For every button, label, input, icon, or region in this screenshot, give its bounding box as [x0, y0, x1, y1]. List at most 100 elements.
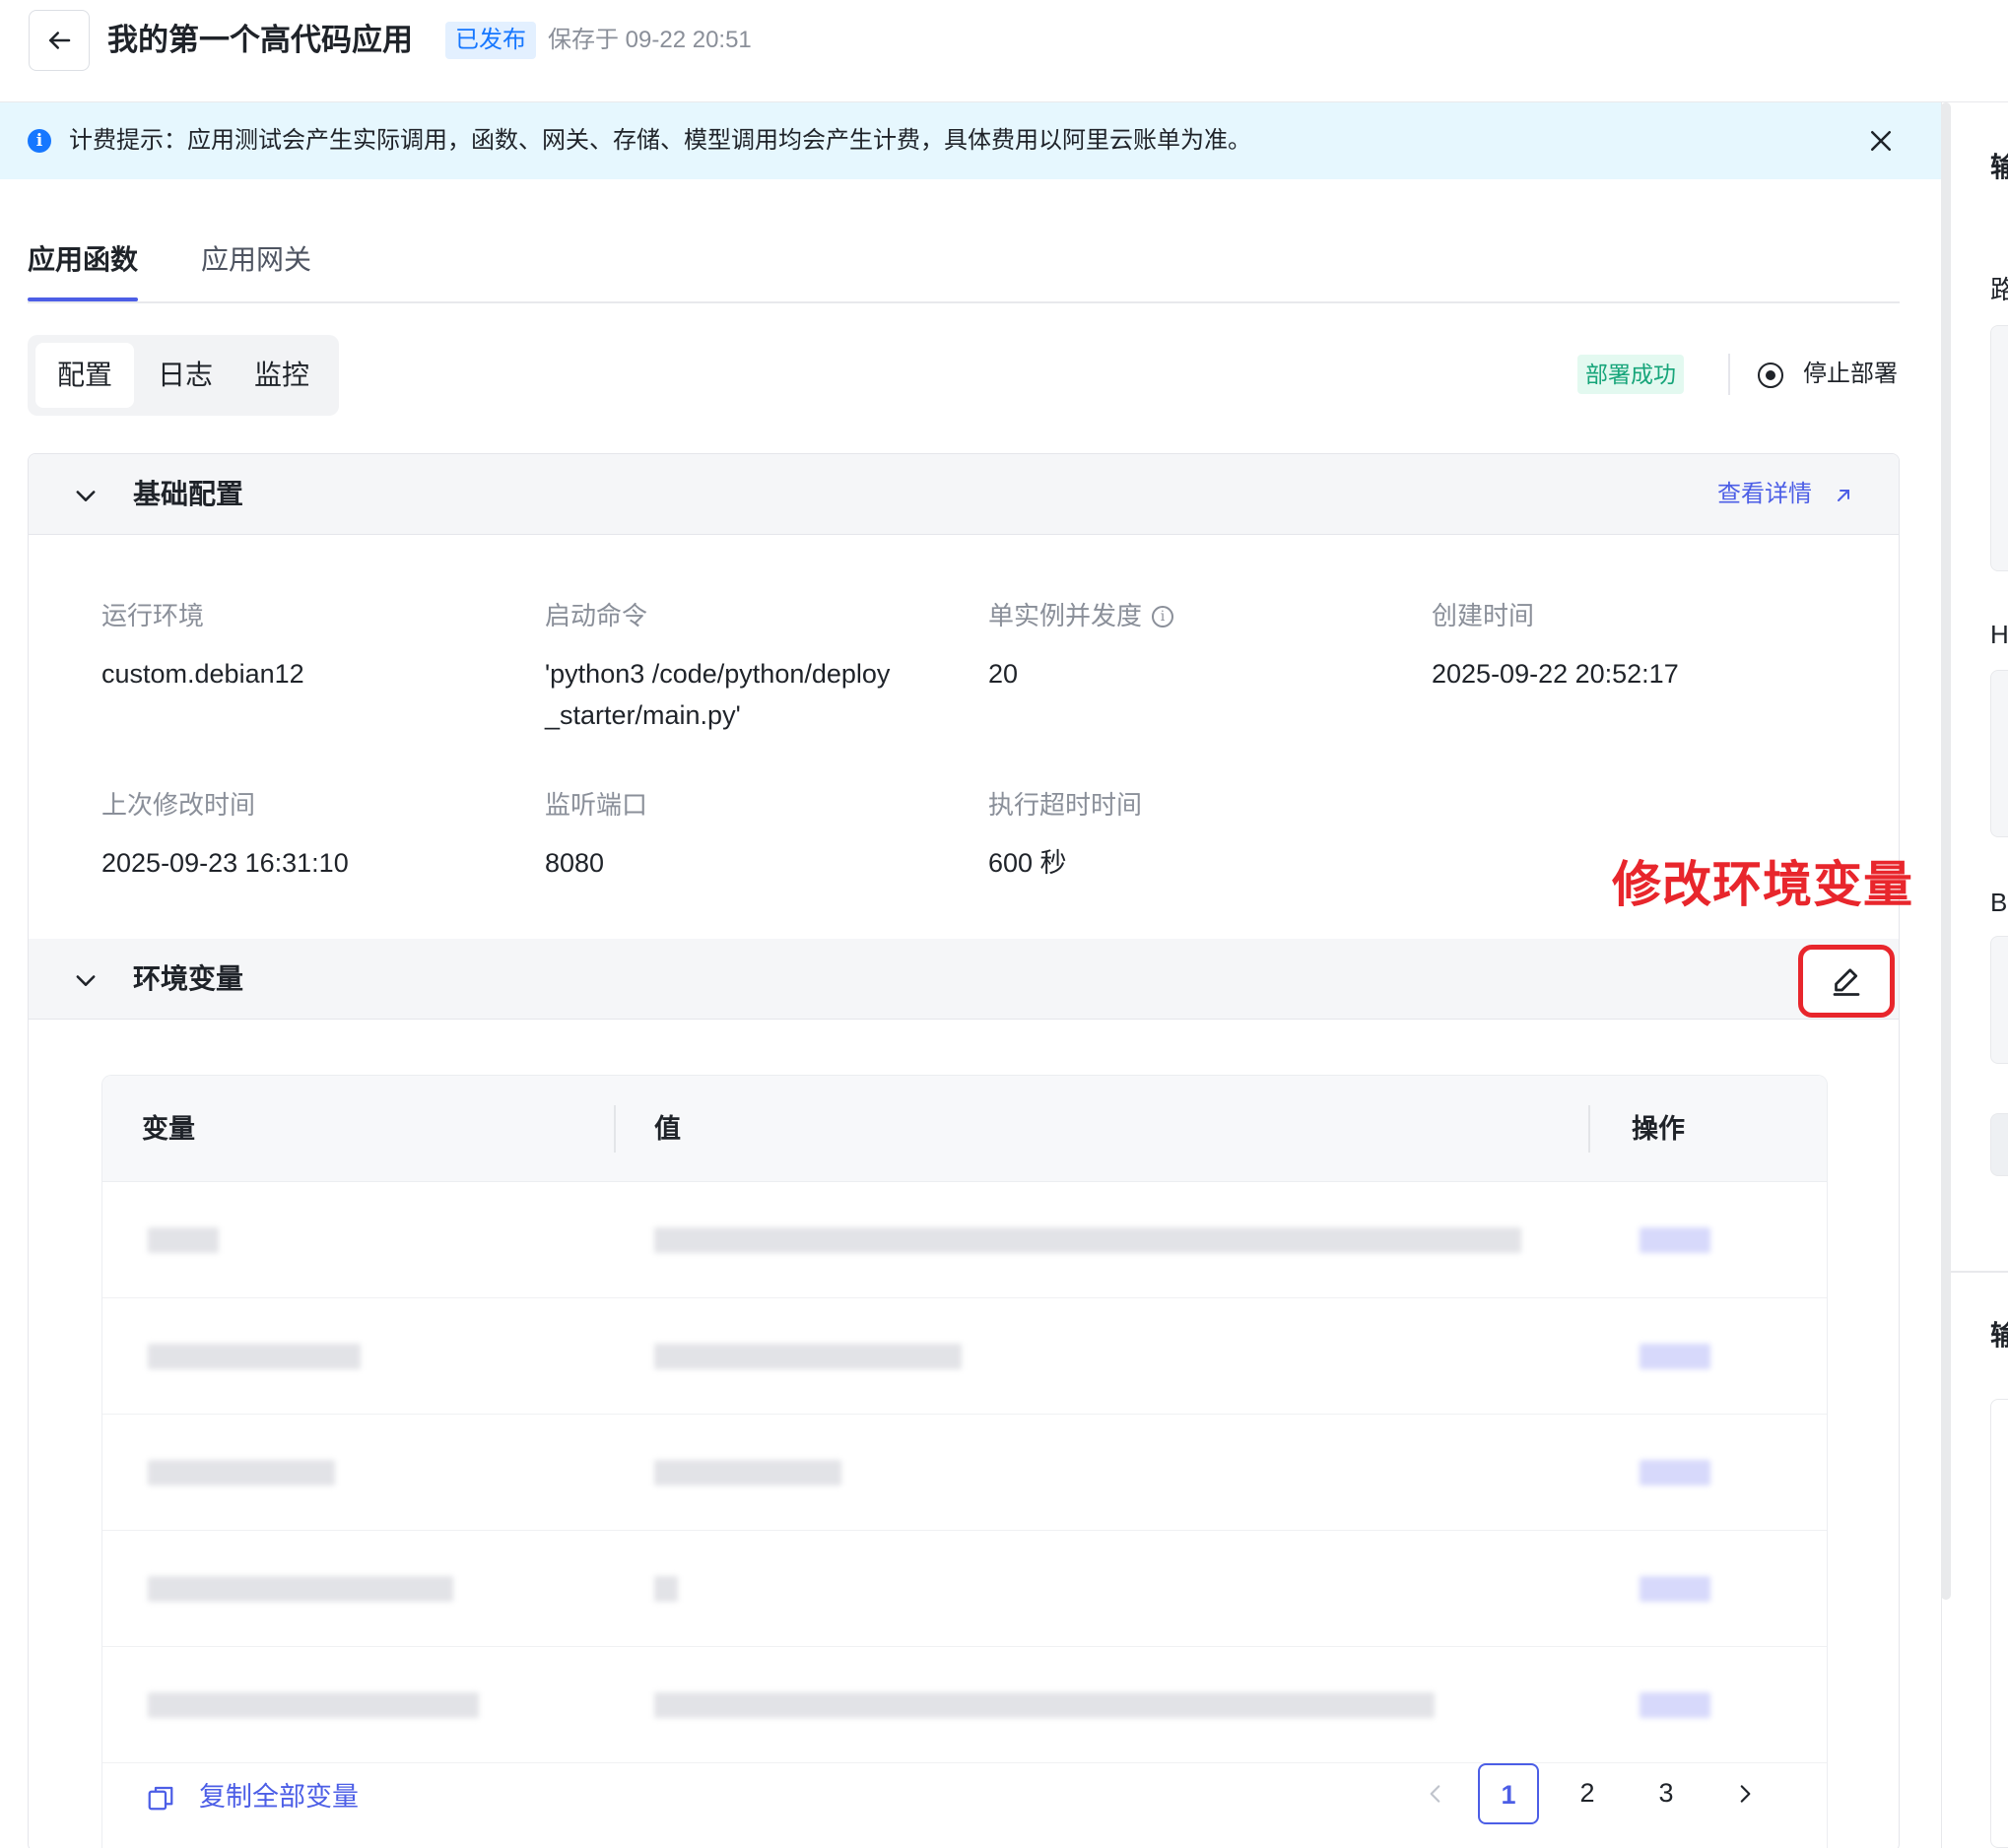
field-label: 运行环境 — [101, 601, 205, 630]
column-header-action: 操作 — [1632, 1114, 1685, 1144]
field-modified-at: 上次修改时间 2025-09-23 16:31:10 — [101, 785, 496, 884]
chevron-right-icon[interactable] — [1732, 1781, 1758, 1807]
redacted-value — [654, 1344, 962, 1369]
table-row — [102, 1298, 1827, 1415]
copy-icon — [148, 1786, 173, 1811]
chevron-down-icon[interactable] — [72, 482, 100, 509]
billing-notice-text: 计费提示：应用测试会产生实际调用，函数、网关、存储、模型调用均会产生计费，具体费… — [69, 127, 1251, 154]
right-panel-output — [1990, 1399, 2008, 1848]
table-row — [102, 1647, 1827, 1763]
deploy-status-badge: 部署成功 — [1577, 355, 1684, 394]
table-header: 变量 值 操作 — [102, 1076, 1827, 1182]
row-action-link[interactable] — [1640, 1576, 1710, 1602]
segment-config[interactable]: 配置 — [35, 343, 135, 408]
redacted-value — [654, 1576, 678, 1602]
field-value: 'python3 /code/python/deploy_starter/mai… — [545, 659, 891, 730]
active-tab-indicator — [28, 297, 138, 301]
right-panel-divider — [1951, 1271, 2008, 1273]
table-row — [102, 1182, 1827, 1298]
redacted-variable — [148, 1576, 453, 1602]
field-value: 600 秒 — [988, 848, 1067, 878]
field-timeout: 执行超时时间 600 秒 — [988, 785, 1382, 884]
field-concurrency: 单实例并发度 i 20 — [988, 596, 1382, 694]
divider — [1728, 354, 1730, 395]
field-label: 监听端口 — [545, 790, 648, 820]
back-button[interactable] — [29, 10, 90, 71]
stop-icon[interactable] — [1758, 363, 1783, 388]
stop-deploy-button[interactable]: 停止部署 — [1803, 355, 1898, 394]
right-panel-button[interactable] — [1990, 1113, 2008, 1176]
field-label: 执行超时时间 — [988, 790, 1143, 820]
table-row — [102, 1531, 1827, 1647]
right-panel-heading: 输 — [1990, 1320, 2008, 1351]
field-created-at: 创建时间 2025-09-22 20:52:17 — [1432, 596, 1826, 694]
field-start-command: 启动命令 'python3 /code/python/deploy_starte… — [545, 596, 900, 736]
basic-config-title: 基础配置 — [133, 479, 244, 509]
right-panel-input[interactable] — [1990, 325, 2008, 571]
redacted-variable — [148, 1227, 219, 1253]
segment-monitor[interactable]: 监控 — [233, 343, 331, 408]
config-card: 基础配置 查看详情 运行环境 custom.debian12 启动命令 'pyt… — [28, 453, 1900, 1848]
segment-logs[interactable]: 日志 — [136, 343, 234, 408]
field-runtime: 运行环境 custom.debian12 — [101, 596, 496, 694]
env-vars-table: 变量 值 操作 — [101, 1075, 1828, 1848]
saved-timestamp: 保存于 09-22 20:51 — [548, 27, 752, 53]
field-label: 启动命令 — [545, 601, 648, 630]
info-circle-icon[interactable]: i — [1152, 606, 1174, 627]
right-panel-input[interactable] — [1990, 670, 2008, 837]
copy-all-label: 复制全部变量 — [199, 1782, 359, 1812]
arrow-left-icon — [49, 32, 71, 49]
column-divider — [1588, 1105, 1590, 1153]
basic-config-header[interactable]: 基础配置 查看详情 — [29, 454, 1899, 535]
tab-app-gateway[interactable]: 应用网关 — [201, 240, 311, 280]
edit-env-vars-button[interactable] — [1798, 945, 1895, 1018]
column-header-variable: 变量 — [142, 1114, 195, 1144]
table-row — [102, 1415, 1827, 1531]
column-header-value: 值 — [654, 1114, 681, 1144]
chevron-left-icon[interactable] — [1423, 1781, 1448, 1807]
page-button-2[interactable]: 2 — [1557, 1763, 1618, 1824]
field-value: 2025-09-22 20:52:17 — [1432, 659, 1679, 689]
redacted-value — [654, 1692, 1435, 1718]
annotation-label: 修改环境变量 — [1612, 857, 1913, 912]
function-tabs: 应用函数 应用网关 — [28, 227, 1900, 303]
tab-app-function[interactable]: 应用函数 — [28, 240, 138, 280]
app-header: 我的第一个高代码应用 已发布 保存于 09-22 20:51 — [0, 0, 2008, 102]
chevron-down-icon[interactable] — [72, 966, 100, 994]
right-panel-heading: 输 — [1990, 152, 2008, 182]
row-action-link[interactable] — [1640, 1692, 1710, 1718]
redacted-variable — [148, 1460, 335, 1485]
right-panel-input[interactable] — [1990, 936, 2008, 1064]
right-panel-label: Bo — [1990, 888, 2008, 917]
field-label-wrap: 单实例并发度 i — [988, 596, 1382, 635]
scrollbar[interactable] — [1941, 102, 1951, 1600]
redacted-value — [654, 1227, 1521, 1253]
row-action-link[interactable] — [1640, 1344, 1710, 1369]
field-value: 8080 — [545, 848, 605, 878]
view-details-link[interactable]: 查看详情 — [1717, 476, 1812, 513]
billing-notice: i 计费提示：应用测试会产生实际调用，函数、网关、存储、模型调用均会产生计费，具… — [0, 102, 1941, 179]
view-segmented-control: 配置 日志 监控 — [28, 335, 339, 416]
field-value: custom.debian12 — [101, 659, 304, 689]
redacted-variable — [148, 1344, 361, 1369]
external-link-icon[interactable] — [1832, 484, 1855, 507]
field-value: 2025-09-23 16:31:10 — [101, 848, 349, 878]
field-label: 上次修改时间 — [101, 790, 256, 820]
env-vars-title: 环境变量 — [133, 963, 244, 994]
field-label: 创建时间 — [1432, 601, 1535, 630]
redacted-variable — [148, 1692, 479, 1718]
page-button-3[interactable]: 3 — [1636, 1763, 1697, 1824]
page-button-1[interactable]: 1 — [1478, 1763, 1539, 1824]
field-value: 20 — [988, 659, 1019, 689]
pagination: 1 2 3 — [1409, 1763, 1783, 1824]
row-action-link[interactable] — [1640, 1460, 1710, 1485]
main-content: i 计费提示：应用测试会产生实际调用，函数、网关、存储、模型调用均会产生计费，具… — [0, 102, 1941, 1848]
field-listen-port: 监听端口 8080 — [545, 785, 939, 884]
column-divider — [614, 1105, 616, 1153]
env-vars-header[interactable]: 环境变量 — [29, 939, 1899, 1020]
row-action-link[interactable] — [1640, 1227, 1710, 1253]
close-icon[interactable] — [1866, 126, 1896, 156]
redacted-value — [654, 1460, 841, 1485]
right-panel-label: 路 — [1990, 275, 2008, 304]
right-panel-label: H — [1990, 620, 2008, 649]
